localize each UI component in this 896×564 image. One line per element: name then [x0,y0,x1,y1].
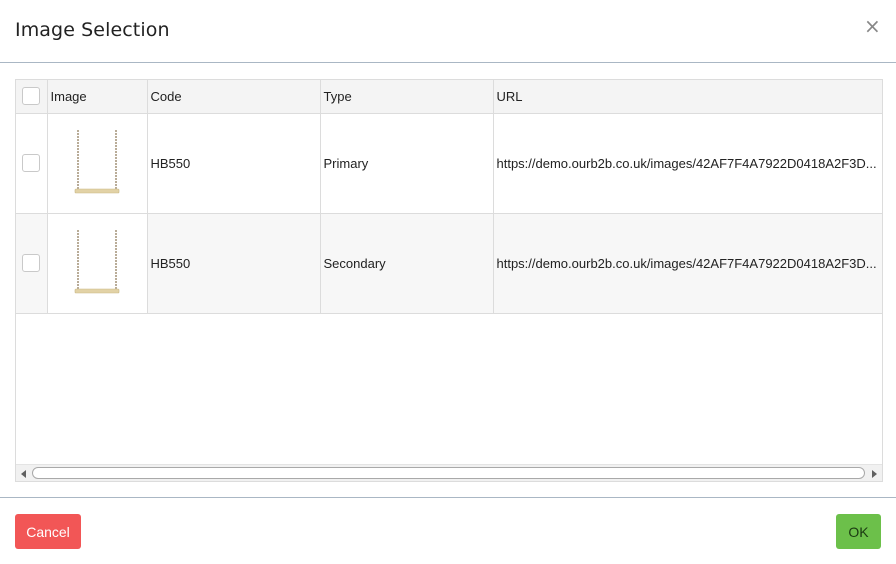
type-cell: Secondary [320,213,494,314]
table-header-row: Image Code Type URL [16,80,882,114]
url-cell: https://demo.ourb2b.co.uk/images/42AF7F4… [493,113,882,214]
column-header-url[interactable]: URL [493,80,882,114]
scroll-right-icon[interactable] [872,470,877,478]
swing-thumbnail-icon [74,230,120,294]
column-header-code[interactable]: Code [147,80,321,114]
code-cell: HB550 [147,113,321,214]
row-checkbox[interactable] [22,154,41,172]
dialog-footer: Cancel OK [0,497,896,564]
image-grid: Image Code Type URL HB550 Primary https: [15,79,883,482]
cancel-button[interactable]: Cancel [15,514,81,549]
row-select-cell[interactable] [16,113,48,214]
url-cell: https://demo.ourb2b.co.uk/images/42AF7F4… [493,213,882,314]
image-cell [47,213,148,314]
column-header-image[interactable]: Image [47,80,148,114]
table-row[interactable]: HB550 Primary https://demo.ourb2b.co.uk/… [16,113,882,214]
scrollbar-thumb[interactable] [32,467,865,479]
swing-thumbnail-icon [74,130,120,194]
column-header-type[interactable]: Type [320,80,494,114]
image-table: Image Code Type URL HB550 Primary https: [16,80,882,314]
row-select-cell[interactable] [16,213,48,314]
select-all-header[interactable] [16,80,48,114]
scroll-left-icon[interactable] [21,470,26,478]
type-cell: Primary [320,113,494,214]
dialog-title: Image Selection [15,19,170,41]
row-checkbox[interactable] [22,254,41,272]
ok-button[interactable]: OK [836,514,881,549]
image-cell [47,113,148,214]
horizontal-scrollbar[interactable] [16,464,882,481]
close-icon[interactable]: × [864,16,881,36]
dialog-header: Image Selection × [0,0,896,63]
select-all-checkbox[interactable] [22,87,41,106]
table-row[interactable]: HB550 Secondary https://demo.ourb2b.co.u… [16,213,882,314]
code-cell: HB550 [147,213,321,314]
